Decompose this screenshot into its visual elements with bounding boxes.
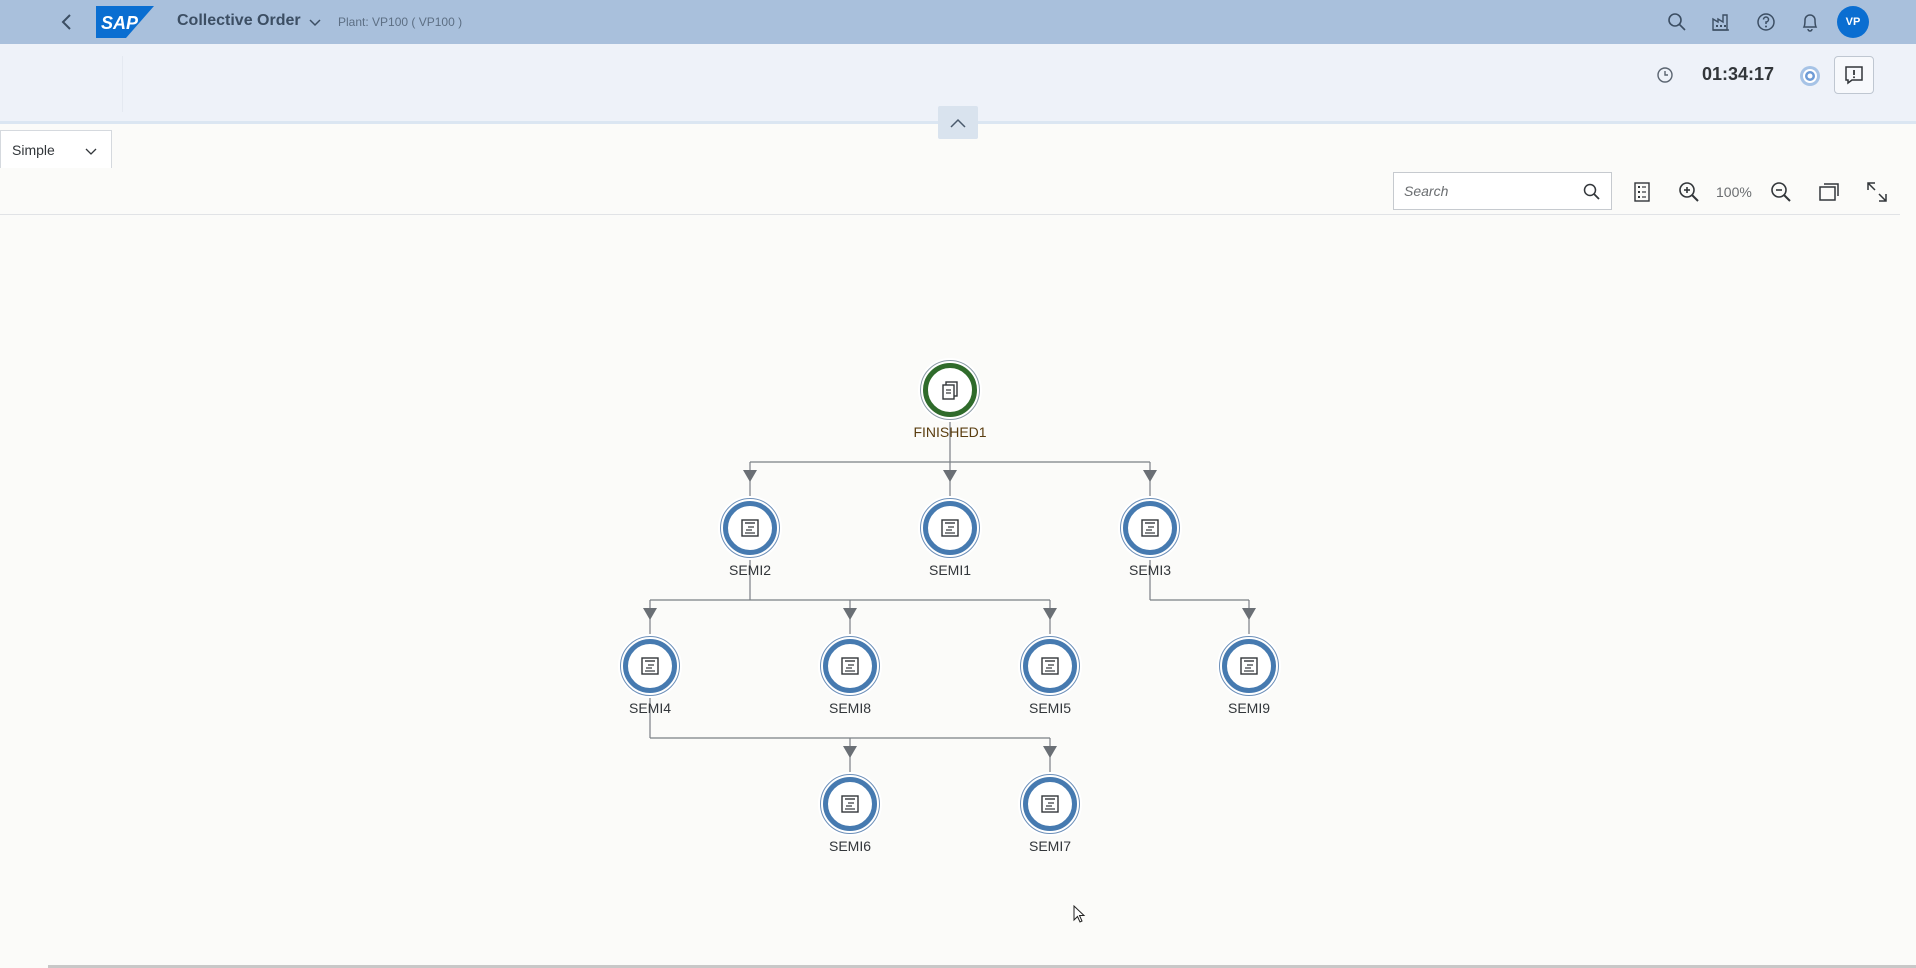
svg-text:SAP: SAP: [101, 13, 139, 33]
graph-node-label: SEMI1: [928, 562, 971, 578]
edge-arrow: [1043, 608, 1057, 620]
search-icon[interactable]: [1582, 182, 1602, 202]
app-root: SAP Collective Order Plant: VP100 ( VP10…: [0, 0, 1916, 968]
node-ring: [920, 498, 980, 558]
factory-icon[interactable]: [1710, 11, 1732, 33]
overview-icon[interactable]: [1817, 180, 1841, 204]
node-ring: [920, 360, 980, 420]
node-ring: [820, 636, 880, 696]
node-inner: [1123, 501, 1177, 555]
chevron-down-icon: [85, 148, 97, 155]
order-document-icon: [1041, 795, 1059, 813]
search-input[interactable]: [1404, 181, 1574, 201]
graph-node-semi4[interactable]: [618, 634, 682, 698]
graph-node-label: SEMI3: [1128, 562, 1171, 578]
node-inner: [923, 363, 977, 417]
chevron-down-icon[interactable]: [308, 15, 322, 29]
collapse-header-button[interactable]: [938, 106, 978, 139]
graph-node-label: FINISHED1: [913, 424, 987, 440]
legend-icon[interactable]: [1630, 180, 1654, 204]
graph-node-label: SEMI8: [828, 700, 871, 716]
node-inner: [823, 639, 877, 693]
edge-arrow: [743, 470, 757, 482]
order-document-icon: [1041, 657, 1059, 675]
graph-node-semi3[interactable]: [1118, 496, 1182, 560]
graph-node-semi1[interactable]: [918, 496, 982, 560]
avatar[interactable]: VP: [1837, 6, 1869, 38]
view-select-value: Simple: [12, 142, 55, 158]
node-inner: [823, 777, 877, 831]
plant-info: Plant: VP100 ( VP100 ): [338, 15, 463, 29]
search-field[interactable]: [1393, 172, 1612, 210]
edge-arrow: [1043, 746, 1057, 758]
clock-icon: [1657, 67, 1673, 83]
order-document-icon: [1240, 657, 1258, 675]
graph-node-semi5[interactable]: [1018, 634, 1082, 698]
order-document-icon: [1141, 519, 1159, 537]
cursor-icon: [1073, 905, 1086, 923]
node-inner: [1222, 639, 1276, 693]
edge-arrow: [1143, 470, 1157, 482]
node-ring: [1020, 636, 1080, 696]
graph-node-semi8[interactable]: [818, 634, 882, 698]
graph-node-label: SEMI7: [1028, 838, 1071, 854]
view-select[interactable]: Simple: [0, 130, 112, 168]
zoom-level: 100%: [1716, 184, 1752, 200]
graph-edges: [643, 422, 1256, 772]
order-document-icon: [941, 519, 959, 537]
bell-icon[interactable]: [1799, 11, 1821, 33]
order-document-icon: [841, 795, 859, 813]
edge-arrow: [843, 608, 857, 620]
sap-logo[interactable]: SAP: [96, 6, 154, 38]
app-title[interactable]: Collective Order: [177, 12, 301, 30]
node-inner: [1023, 639, 1077, 693]
search-icon[interactable]: [1666, 11, 1688, 33]
chevron-up-icon: [950, 118, 966, 128]
order-document-icon: [841, 657, 859, 675]
graph-node-semi6[interactable]: [818, 772, 882, 836]
graph-node-label: SEMI6: [828, 838, 871, 854]
graph-node-label: SEMI2: [728, 562, 771, 578]
documents-icon: [942, 381, 958, 400]
node-ring: [1120, 498, 1180, 558]
shell-bar: SAP Collective Order Plant: VP100 ( VP10…: [0, 0, 1916, 44]
graph-node-semi9[interactable]: [1217, 634, 1281, 698]
network-graph[interactable]: FINISHED1 SEMI2 SEMI1 SEMI3 SEMI4 SEMI8 SEMI5 S…: [0, 215, 1916, 960]
order-document-icon: [641, 657, 659, 675]
graph-node-label: SEMI9: [1227, 700, 1270, 716]
graph-node-semi2[interactable]: [718, 496, 782, 560]
node-inner: [723, 501, 777, 555]
node-inner: [923, 501, 977, 555]
graph-node-semi7[interactable]: [1018, 772, 1082, 836]
node-inner: [623, 639, 677, 693]
target-icon[interactable]: [1798, 64, 1822, 88]
node-ring: [1020, 774, 1080, 834]
help-icon[interactable]: [1755, 11, 1777, 33]
node-ring: [820, 774, 880, 834]
edge-arrow: [943, 470, 957, 482]
graph-node-label: SEMI4: [628, 700, 671, 716]
header-divider: [122, 56, 123, 112]
zoom-out-icon[interactable]: [1769, 180, 1793, 204]
back-icon[interactable]: [56, 11, 78, 33]
edge-arrow: [643, 608, 657, 620]
graph-node-label: SEMI5: [1028, 700, 1071, 716]
edge-arrow: [843, 746, 857, 758]
order-document-icon: [741, 519, 759, 537]
zoom-in-icon[interactable]: [1677, 180, 1701, 204]
node-ring: [1219, 636, 1279, 696]
message-alert-icon: [1845, 66, 1863, 85]
session-timer: 01:34:17: [1702, 64, 1775, 84]
graph-node-finished1[interactable]: [918, 358, 982, 422]
node-ring: [720, 498, 780, 558]
fullscreen-icon[interactable]: [1865, 180, 1889, 204]
node-inner: [1023, 777, 1077, 831]
edge-arrow: [1242, 608, 1256, 620]
alert-button[interactable]: [1834, 56, 1874, 94]
node-ring: [620, 636, 680, 696]
